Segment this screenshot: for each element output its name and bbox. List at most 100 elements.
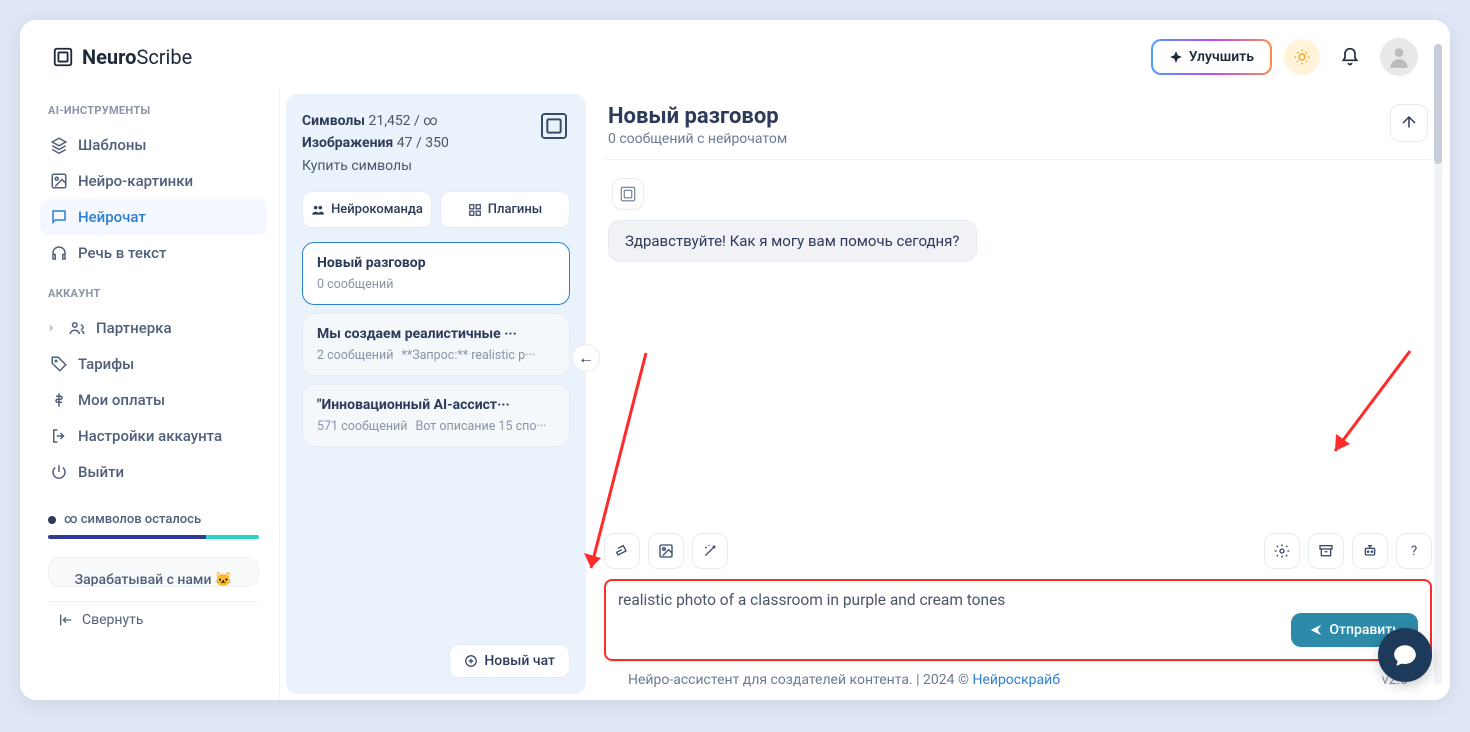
conversation-title: Мы создаем реалистичные ··· bbox=[317, 326, 555, 342]
image-icon bbox=[658, 543, 674, 559]
bot-message: Здравствуйте! Как я могу вам помочь сего… bbox=[608, 220, 977, 262]
chat-subtitle: 0 сообщений с нейрочатом bbox=[608, 131, 787, 147]
credits-progress bbox=[48, 535, 259, 539]
status-dot bbox=[48, 516, 56, 524]
tab-label: Плагины bbox=[488, 202, 542, 217]
conversation-card[interactable]: Мы создаем реалистичные ··· 2 сообщений *… bbox=[302, 313, 570, 376]
symbols-value: 21,452 / ∞ bbox=[368, 113, 437, 129]
robot-icon bbox=[1362, 543, 1378, 559]
cube-icon bbox=[538, 110, 570, 142]
chat-icon bbox=[50, 208, 68, 226]
footer-link[interactable]: Нейроскрайб bbox=[972, 672, 1060, 688]
tag-icon bbox=[50, 355, 68, 373]
upgrade-label: Улучшить bbox=[1189, 49, 1254, 65]
images-value: 47 / 350 bbox=[397, 135, 449, 151]
sidebar-item-logout[interactable]: Выйти bbox=[40, 454, 267, 490]
tool-image[interactable] bbox=[648, 533, 684, 569]
sidebar-item-settings[interactable]: Настройки аккаунта bbox=[40, 418, 267, 454]
tool-help[interactable]: ? bbox=[1396, 533, 1432, 569]
conversation-title: Новый разговор bbox=[317, 255, 555, 271]
logout-icon bbox=[50, 427, 68, 445]
sidebar-section-tools: AI-ИНСТРУМЕНТЫ bbox=[48, 104, 267, 117]
logo-text-1: Neuro bbox=[82, 45, 136, 69]
nav-label: Нейро-картинки bbox=[78, 172, 193, 190]
chat-bubble-icon bbox=[1392, 642, 1418, 668]
sidebar: AI-ИНСТРУМЕНТЫ Шаблоны Нейро-картинки Не… bbox=[20, 88, 280, 700]
tool-archive[interactable] bbox=[1308, 533, 1344, 569]
nav-label: Речь в текст bbox=[78, 244, 166, 262]
tool-attach[interactable] bbox=[604, 533, 640, 569]
symbols-label: Символы bbox=[302, 113, 365, 129]
new-chat-label: Новый чат bbox=[484, 653, 555, 669]
help-icon: ? bbox=[1411, 544, 1417, 559]
sidebar-item-tariffs[interactable]: Тарифы bbox=[40, 346, 267, 382]
dollar-icon bbox=[50, 391, 68, 409]
gear-icon bbox=[1274, 543, 1290, 559]
input-toolbar: ? bbox=[604, 529, 1432, 573]
rocket-icon bbox=[1169, 50, 1183, 64]
sidebar-item-speech[interactable]: Речь в текст bbox=[40, 235, 267, 271]
sidebar-item-partner[interactable]: Партнерка bbox=[40, 310, 267, 346]
body: AI-ИНСТРУМЕНТЫ Шаблоны Нейро-картинки Не… bbox=[20, 88, 1450, 700]
support-fab[interactable] bbox=[1378, 628, 1432, 682]
user-avatar[interactable] bbox=[1380, 38, 1418, 76]
sidebar-item-images[interactable]: Нейро-картинки bbox=[40, 163, 267, 199]
new-chat-button[interactable]: Новый чат bbox=[449, 644, 570, 678]
collapse-panel-button[interactable]: ← bbox=[572, 344, 600, 372]
footer-text: Нейро-ассистент для создателей контента. bbox=[628, 672, 913, 688]
sidebar-item-payments[interactable]: Мои оплаты bbox=[40, 382, 267, 418]
images-label: Изображения bbox=[302, 135, 393, 151]
conversation-sub: 571 сообщений bbox=[317, 419, 407, 434]
conversation-sub: 2 сообщений bbox=[317, 348, 393, 363]
headphones-icon bbox=[50, 244, 68, 262]
tab-neuroteam[interactable]: Нейрокоманда bbox=[302, 191, 432, 228]
conversation-panel: Символы 21,452 / ∞ Изображения 47 / 350 … bbox=[286, 94, 586, 694]
conversation-preview: Вот описание 15 спо··· bbox=[415, 419, 546, 434]
cube-icon bbox=[619, 185, 637, 203]
tool-bot[interactable] bbox=[1352, 533, 1388, 569]
power-icon bbox=[50, 463, 68, 481]
users-icon bbox=[68, 319, 86, 337]
notifications-button[interactable] bbox=[1332, 39, 1368, 75]
user-icon bbox=[1386, 44, 1412, 70]
buy-credits-link[interactable]: Купить символы bbox=[302, 158, 412, 174]
nav-label: Шаблоны bbox=[78, 136, 147, 154]
tool-magic[interactable] bbox=[692, 533, 728, 569]
sidebar-section-account: АККАУНТ bbox=[48, 287, 267, 300]
header-actions: Улучшить bbox=[1151, 38, 1418, 76]
conversation-card[interactable]: Новый разговор 0 сообщений bbox=[302, 242, 570, 305]
tool-settings[interactable] bbox=[1264, 533, 1300, 569]
upgrade-button[interactable]: Улучшить bbox=[1151, 39, 1272, 75]
collapse-label: Свернуть bbox=[82, 612, 143, 628]
nav-label: Настройки аккаунта bbox=[78, 427, 222, 445]
logo[interactable]: NeuroScribe bbox=[52, 45, 192, 69]
messages-area: Здравствуйте! Как я могу вам помочь сего… bbox=[604, 160, 1432, 529]
plus-circle-icon bbox=[464, 654, 478, 668]
conversation-card[interactable]: "Инновационный AI-ассист··· 571 сообщени… bbox=[302, 384, 570, 447]
credits-label: ∞ символов осталось bbox=[64, 512, 201, 527]
image-icon bbox=[50, 172, 68, 190]
nav-label: Нейрочат bbox=[78, 208, 146, 226]
logo-text-2: Scribe bbox=[136, 45, 192, 69]
tab-plugins[interactable]: Плагины bbox=[440, 191, 570, 228]
chat-input-wrap: Отправить bbox=[604, 579, 1432, 661]
send-icon bbox=[1309, 623, 1323, 637]
paperclip-icon bbox=[614, 543, 630, 559]
nav-label: Мои оплаты bbox=[78, 391, 165, 409]
chat-main: Новый разговор 0 сообщений с нейрочатом … bbox=[586, 88, 1450, 700]
footer-year: | 2024 © bbox=[916, 672, 969, 688]
share-button[interactable] bbox=[1390, 104, 1428, 142]
nav-label: Выйти bbox=[78, 463, 124, 481]
conversation-list: Новый разговор 0 сообщений Мы создаем ре… bbox=[302, 242, 570, 644]
sidebar-item-chat[interactable]: Нейрочат bbox=[40, 199, 267, 235]
share-icon bbox=[1400, 114, 1418, 132]
team-icon bbox=[311, 203, 325, 217]
bot-avatar bbox=[612, 178, 644, 210]
sidebar-item-templates[interactable]: Шаблоны bbox=[40, 127, 267, 163]
conversation-preview: **Запрос:** realistic p··· bbox=[401, 348, 534, 363]
collapse-sidebar[interactable]: Свернуть bbox=[48, 601, 259, 638]
earn-card[interactable]: Зарабатывай с нами 🐱 bbox=[48, 557, 259, 587]
theme-toggle[interactable] bbox=[1284, 39, 1320, 75]
chevron-right-icon bbox=[46, 323, 56, 333]
chat-header: Новый разговор 0 сообщений с нейрочатом bbox=[604, 100, 1432, 160]
